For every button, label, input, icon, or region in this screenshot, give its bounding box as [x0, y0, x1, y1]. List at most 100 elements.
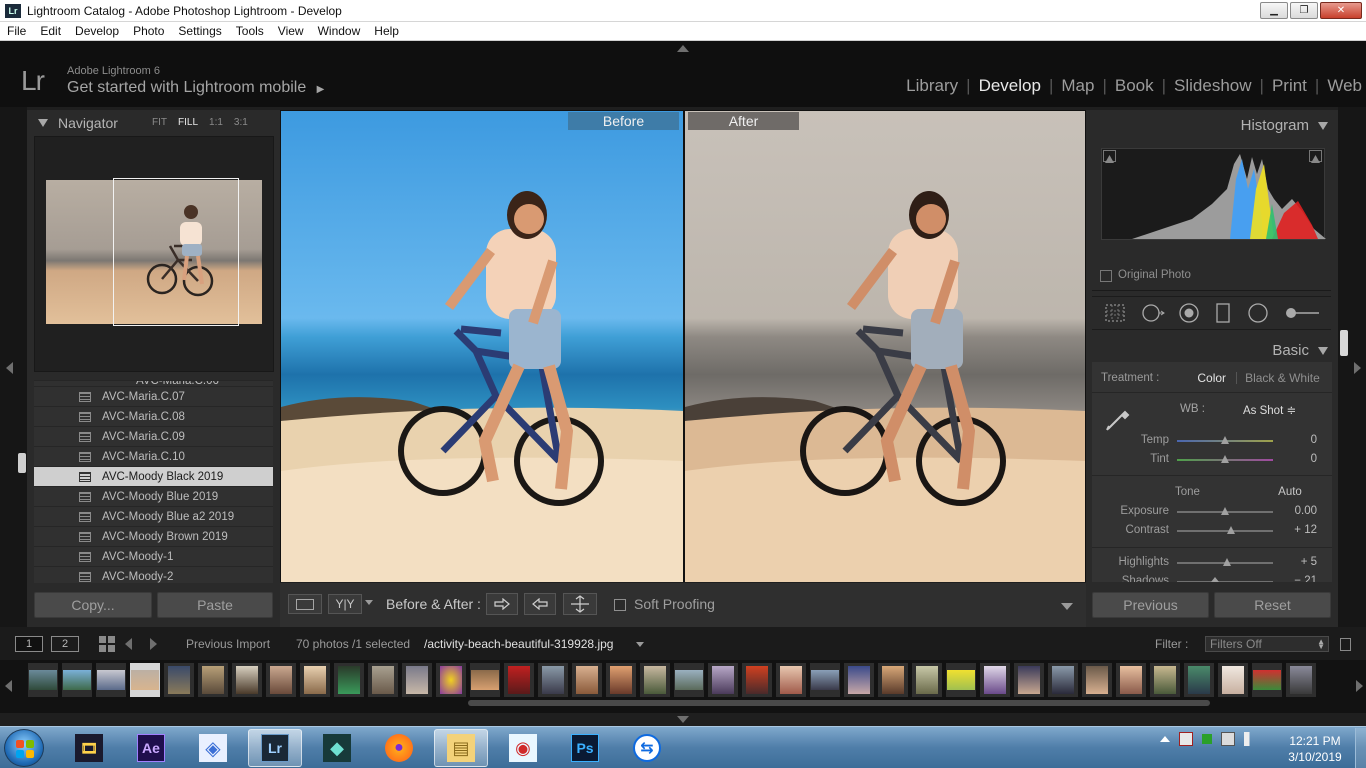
- before-photo[interactable]: [281, 111, 683, 582]
- filmstrip-thumbnail[interactable]: [912, 663, 942, 697]
- highlights-value[interactable]: + 5: [1267, 556, 1317, 568]
- filmstrip-thumbnail[interactable]: [334, 663, 364, 697]
- filmstrip-thumbnail[interactable]: [232, 663, 262, 697]
- minimize-button[interactable]: ▁: [1260, 2, 1288, 19]
- original-photo-checkbox[interactable]: [1100, 270, 1112, 282]
- taskbar-file-explorer[interactable]: ▤: [434, 729, 488, 767]
- soft-proofing-checkbox[interactable]: [614, 599, 626, 611]
- tray-expand-icon[interactable]: [1160, 736, 1170, 742]
- treatment-color-option[interactable]: Color: [1197, 371, 1226, 385]
- shadows-slider[interactable]: [1177, 581, 1273, 582]
- left-panel-scrollbar[interactable]: [18, 453, 26, 473]
- list-item[interactable]: AVC-Maria.C.09: [34, 426, 273, 446]
- tint-value[interactable]: 0: [1267, 453, 1317, 465]
- previous-settings-button[interactable]: Previous: [1092, 592, 1209, 618]
- top-panel-toggle-icon[interactable]: [677, 45, 689, 52]
- filmstrip-thumbnail[interactable]: [198, 663, 228, 697]
- show-desktop-button[interactable]: [1355, 728, 1366, 768]
- list-item[interactable]: AVC-Moody Blue a2 2019: [34, 506, 273, 526]
- taskbar-after-effects[interactable]: Ae: [124, 729, 178, 767]
- network-icon[interactable]: [1221, 732, 1235, 746]
- filmstrip-thumbnail[interactable]: [674, 663, 704, 697]
- close-button[interactable]: ✕: [1320, 2, 1362, 19]
- filmstrip-scroll-right-icon[interactable]: [1356, 680, 1363, 692]
- filmstrip-thumbnail[interactable]: [776, 663, 806, 697]
- red-eye-tool-button[interactable]: [1176, 300, 1202, 326]
- menu-develop[interactable]: Develop: [68, 24, 126, 38]
- bottom-panel-toggle-icon[interactable]: [677, 716, 689, 723]
- temp-value[interactable]: 0: [1267, 434, 1317, 446]
- wb-select[interactable]: As Shot ≑: [1243, 403, 1296, 417]
- graduated-filter-tool-button[interactable]: [1210, 300, 1236, 326]
- filmstrip-source[interactable]: Previous Import: [186, 637, 270, 651]
- taskbar-media-player[interactable]: 🎞: [62, 729, 116, 767]
- filmstrip-thumbnail[interactable]: [1286, 663, 1316, 697]
- filmstrip-thumbnail[interactable]: [436, 663, 466, 697]
- tray-app-icon[interactable]: [1202, 734, 1212, 744]
- filmstrip-thumbnail[interactable]: [1116, 663, 1146, 697]
- start-button[interactable]: [4, 729, 44, 767]
- filmstrip-thumbnail[interactable]: [1048, 663, 1078, 697]
- list-item-selected[interactable]: AVC-Moody Black 2019: [34, 466, 273, 486]
- module-develop[interactable]: Develop: [971, 76, 1049, 96]
- lightroom-mobile-link[interactable]: Get started with Lightroom mobile ▶: [67, 79, 324, 97]
- back-arrow-icon[interactable]: [125, 638, 132, 650]
- list-item[interactable]: AVC-Moody-1: [34, 546, 273, 566]
- forward-arrow-icon[interactable]: [150, 638, 157, 650]
- menu-photo[interactable]: Photo: [126, 24, 171, 38]
- filmstrip-thumbnail[interactable]: [606, 663, 636, 697]
- filmstrip-thumbnail[interactable]: [810, 663, 840, 697]
- zoom-1-1[interactable]: 1:1: [209, 117, 223, 128]
- basic-panel-header[interactable]: Basic: [1272, 342, 1328, 359]
- shadows-slider-thumb[interactable]: [1211, 577, 1220, 582]
- module-book[interactable]: Book: [1107, 76, 1162, 96]
- contrast-slider-thumb[interactable]: [1226, 526, 1235, 534]
- taskbar-firefox[interactable]: ●: [372, 729, 426, 767]
- menu-tools[interactable]: Tools: [229, 24, 271, 38]
- exposure-value[interactable]: 0.00: [1267, 505, 1317, 517]
- filmstrip-thumbnail[interactable]: [1082, 663, 1112, 697]
- grid-view-icon[interactable]: [99, 636, 115, 652]
- secondary-window-button[interactable]: 2: [51, 636, 79, 652]
- list-item[interactable]: AVC-Moody-2: [34, 566, 273, 583]
- zoom-3-1[interactable]: 3:1: [234, 117, 248, 128]
- right-panel-toggle-icon[interactable]: [1354, 362, 1361, 374]
- soft-proofing-label[interactable]: Soft Proofing: [634, 596, 715, 612]
- volume-icon[interactable]: [1244, 732, 1258, 746]
- list-item[interactable]: AVC-Moody Blue 2019: [34, 486, 273, 506]
- filmstrip-thumbnail[interactable]: [844, 663, 874, 697]
- copy-settings-button[interactable]: Copy...: [34, 592, 152, 618]
- module-library[interactable]: Library: [898, 76, 966, 96]
- taskbar-photoshop[interactable]: Ps: [558, 729, 612, 767]
- filmstrip-thumbnail[interactable]: [1252, 663, 1282, 697]
- menu-help[interactable]: Help: [367, 24, 406, 38]
- highlights-slider-thumb[interactable]: [1222, 558, 1231, 566]
- module-map[interactable]: Map: [1053, 76, 1102, 96]
- white-balance-picker-button[interactable]: [1102, 402, 1134, 434]
- contrast-value[interactable]: + 12: [1267, 524, 1317, 536]
- histogram-graph[interactable]: [1101, 148, 1326, 240]
- main-window-button[interactable]: 1: [15, 636, 43, 652]
- menu-view[interactable]: View: [271, 24, 311, 38]
- spot-removal-tool-button[interactable]: [1140, 300, 1166, 326]
- action-center-icon[interactable]: [1179, 732, 1193, 746]
- filmstrip-thumbnail[interactable]: [572, 663, 602, 697]
- filmstrip-scroll-left-icon[interactable]: [5, 680, 12, 692]
- filmstrip-thumbnail[interactable]: [62, 663, 92, 697]
- filmstrip-thumbnail[interactable]: [742, 663, 772, 697]
- taskbar-camera-app[interactable]: ◉: [496, 729, 550, 767]
- list-item[interactable]: AVC-Moody Brown 2019: [34, 526, 273, 546]
- filmstrip-thumbnail[interactable]: [1218, 663, 1248, 697]
- list-item[interactable]: AVC-Maria.C.07: [34, 386, 273, 406]
- exposure-slider-thumb[interactable]: [1221, 507, 1229, 515]
- filmstrip-thumbnail[interactable]: [300, 663, 330, 697]
- loupe-view-button[interactable]: [288, 594, 322, 614]
- filmstrip-thumbnail[interactable]: [980, 663, 1010, 697]
- filter-select[interactable]: Filters Off ▲ ▼: [1205, 636, 1329, 652]
- radial-filter-tool-button[interactable]: [1245, 300, 1271, 326]
- module-web[interactable]: Web: [1319, 76, 1366, 96]
- filmstrip-thumbnail[interactable]: [402, 663, 432, 697]
- taskbar-lightroom[interactable]: Lr: [248, 729, 302, 767]
- menu-settings[interactable]: Settings: [171, 24, 228, 38]
- copy-after-to-before-button[interactable]: [524, 593, 556, 615]
